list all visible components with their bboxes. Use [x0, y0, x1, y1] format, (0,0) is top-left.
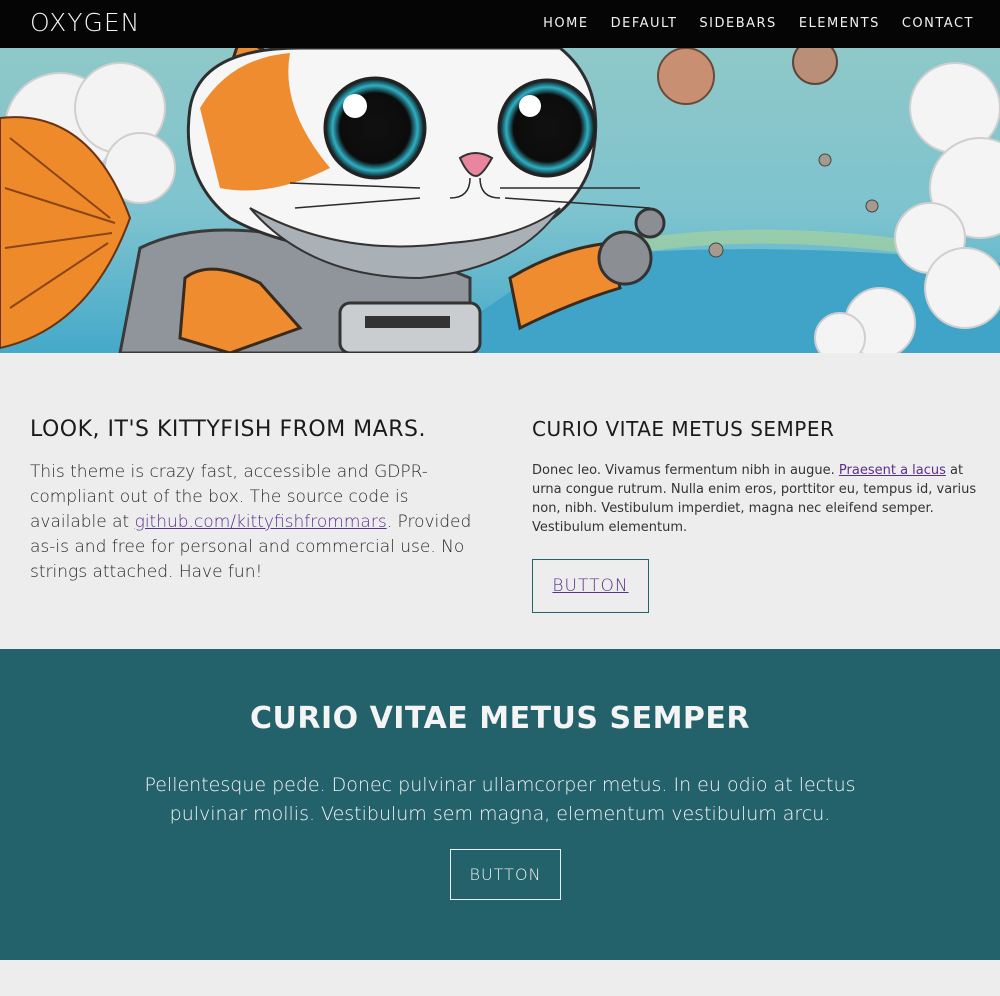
hero-banner: [0, 48, 1000, 353]
side-column: CURIO VITAE METUS SEMPER Donec leo. Viva…: [532, 417, 977, 613]
nav-home[interactable]: HOME: [543, 16, 588, 31]
nav-elements[interactable]: ELEMENTS: [799, 16, 880, 31]
cta-text: Pellentesque pede. Donec pulvinar ullamc…: [144, 774, 856, 825]
site-logo[interactable]: OXYGEN: [30, 8, 140, 37]
nav-default[interactable]: DEFAULT: [611, 16, 678, 31]
astronaut-cat-illustration: [0, 48, 1000, 353]
intro-column: LOOK, IT'S KITTYFISH FROM MARS. This the…: [30, 417, 482, 585]
praesent-link[interactable]: Praesent a lacus: [839, 463, 946, 478]
side-text-before: Donec leo. Vivamus fermentum nibh in aug…: [532, 463, 839, 478]
cta-button[interactable]: BUTTON: [450, 849, 561, 900]
intro-section: LOOK, IT'S KITTYFISH FROM MARS. This the…: [0, 353, 1000, 649]
side-button[interactable]: BUTTON: [532, 559, 649, 613]
intro-title: LOOK, IT'S KITTYFISH FROM MARS.: [30, 417, 426, 442]
main-nav: HOME DEFAULT SIDEBARS ELEMENTS CONTACT: [543, 16, 974, 31]
intro-paragraph: This theme is crazy fast, accessible and…: [30, 460, 482, 585]
nav-contact[interactable]: CONTACT: [902, 16, 974, 31]
nav-sidebars[interactable]: SIDEBARS: [699, 16, 776, 31]
cta-section: CURIO VITAE METUS SEMPER Pellentesque pe…: [0, 649, 1000, 960]
page-footer-strip: [0, 960, 1000, 996]
github-link[interactable]: github.com/kittyfishfrommars: [135, 512, 387, 532]
site-header: OXYGEN HOME DEFAULT SIDEBARS ELEMENTS CO…: [0, 0, 1000, 48]
cta-title: CURIO VITAE METUS SEMPER: [249, 701, 750, 736]
side-title: CURIO VITAE METUS SEMPER: [532, 417, 835, 441]
side-paragraph: Donec leo. Vivamus fermentum nibh in aug…: [532, 461, 977, 537]
